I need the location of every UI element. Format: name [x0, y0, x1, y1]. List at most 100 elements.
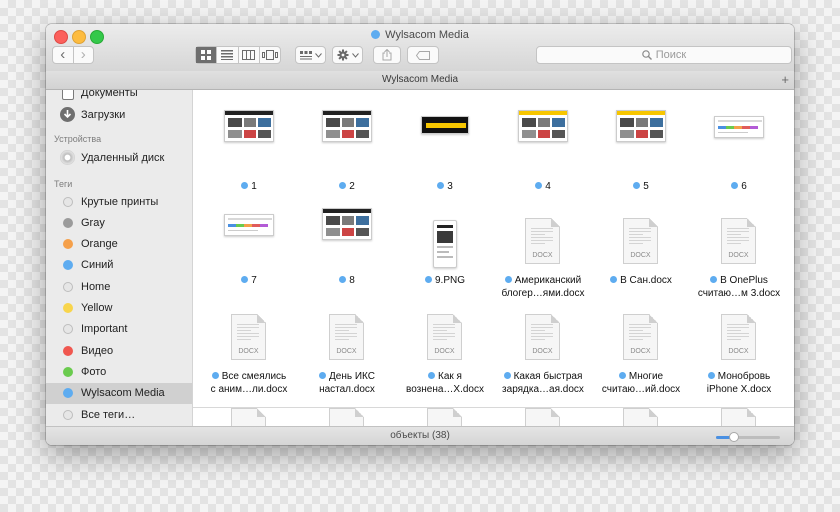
sidebar-item-label: Фото	[81, 365, 107, 378]
search-placeholder: Поиск	[655, 49, 687, 61]
file-name: Американский блогер…ями.docx	[494, 274, 592, 300]
sidebar-item[interactable]: Фото	[46, 361, 192, 382]
tag-icon	[416, 50, 430, 60]
file-thumbnail	[421, 116, 469, 134]
action-button[interactable]	[332, 46, 363, 64]
file-name-line1: 9.PNG	[434, 275, 465, 286]
chevron-down-icon	[351, 52, 359, 58]
file-thumbnail	[224, 110, 274, 142]
file-name-line1: 5	[643, 181, 649, 192]
sidebar-item[interactable]: Синий	[46, 255, 192, 276]
chevron-down-icon	[314, 52, 322, 58]
file-name: 8	[298, 274, 396, 287]
columns-icon	[242, 50, 256, 60]
icon-view-button[interactable]	[196, 47, 218, 63]
file-item[interactable]: DOCX Монобровь iPhone X.docx	[690, 90, 788, 395]
docx-icon: DOCX	[525, 314, 560, 360]
sidebar-item[interactable]: Загрузки	[46, 104, 192, 125]
sidebar-item[interactable]: Крутые принты	[46, 191, 192, 212]
tag-color-dot-icon	[63, 345, 73, 356]
gallery-view-button[interactable]	[260, 47, 280, 63]
tag-color-dot-icon	[63, 239, 73, 250]
downloads-icon	[60, 107, 75, 122]
window-title: Wylsacom Media	[46, 29, 794, 41]
sidebar-item-label: Удаленный диск	[81, 151, 165, 164]
sidebar-item[interactable]: Home	[46, 276, 192, 297]
tag-dot-icon	[319, 372, 327, 379]
file-name: Какая быстрая зарядка…ая.docx	[494, 370, 592, 396]
tag-dot-icon	[339, 276, 347, 283]
file-item[interactable]: DOCX День ИКС настал.docx	[298, 90, 396, 395]
file-item[interactable]: DOCX Все смеялись с аним…ли.docx	[200, 90, 298, 395]
list-view-button[interactable]	[217, 47, 239, 63]
file-name-line1: 6	[741, 181, 747, 192]
file-name: 1	[200, 180, 298, 193]
file-name: 3	[396, 180, 494, 193]
file-name-line2: считаю…м 3.docx	[697, 288, 781, 299]
column-view-button[interactable]	[239, 47, 260, 63]
sidebar-item[interactable]: Удаленный диск	[46, 147, 192, 168]
arrange-button[interactable]	[295, 46, 326, 64]
sidebar-item[interactable]: Yellow	[46, 298, 192, 319]
sidebar-item-label: Wylsacom Media	[81, 387, 165, 400]
file-name-line1: Как я	[438, 371, 462, 382]
view-mode-group	[195, 46, 281, 64]
docx-label: DOCX	[728, 348, 749, 355]
file-thumbnail	[322, 208, 372, 240]
search-icon	[641, 50, 652, 60]
tag-color-dot-icon	[63, 281, 73, 292]
back-button[interactable]: ‹	[53, 47, 74, 63]
file-name: В Сан.docx	[592, 274, 690, 287]
titlebar: Wylsacom Media ‹ › Поиск	[46, 24, 794, 72]
file-name-line1: Все смеялись	[221, 371, 287, 382]
icon-size-slider[interactable]	[716, 432, 780, 442]
file-thumbnail	[616, 110, 666, 142]
file-item[interactable]: DOCX Как я вознена…X.docx	[396, 90, 494, 395]
grid-icon	[201, 50, 212, 60]
coverflow-icon	[261, 50, 278, 60]
sidebar-item-label: Все теги…	[81, 408, 136, 421]
docx-label: DOCX	[630, 252, 651, 259]
sidebar-item-label: Yellow	[81, 302, 113, 314]
sidebar-item[interactable]: Все теги…	[46, 404, 192, 425]
share-button[interactable]	[373, 46, 401, 64]
sidebar-item[interactable]: Important	[46, 319, 192, 340]
edit-tags-button[interactable]	[407, 46, 439, 64]
docx-icon: DOCX	[525, 218, 560, 264]
search-field[interactable]: Поиск	[536, 46, 792, 64]
docx-icon: DOCX	[721, 218, 756, 264]
sidebar-item[interactable]: Wylsacom Media	[46, 382, 192, 404]
forward-button[interactable]: ›	[74, 47, 94, 63]
file-name: 9.PNG	[396, 274, 494, 287]
file-item[interactable]: DOCX Многие считаю…ий.docx	[592, 90, 690, 395]
tag-color-dot-icon	[63, 324, 73, 335]
share-icon	[382, 49, 392, 61]
status-bar: объекты (38)	[46, 426, 794, 445]
sidebar-item[interactable]: Orange	[46, 234, 192, 255]
file-name: 7	[200, 274, 298, 287]
sidebar-item-label: Home	[81, 280, 111, 293]
sidebar-item[interactable]: Gray	[46, 212, 192, 233]
docx-icon	[623, 408, 658, 426]
file-thumbnail	[322, 110, 372, 142]
documents-icon	[62, 90, 74, 100]
sidebar-item-label: Important	[81, 323, 128, 336]
tag-dot-icon	[241, 276, 249, 283]
tag-dot-icon	[371, 30, 381, 39]
file-name: 6	[690, 180, 788, 193]
sidebar-item[interactable]: Видео	[46, 340, 192, 361]
tag-dot-icon	[610, 276, 618, 283]
new-tab-button[interactable]: +	[781, 71, 789, 89]
file-name-line2: iPhone X.docx	[706, 384, 772, 395]
file-name-line1: 2	[349, 181, 355, 192]
tab-title[interactable]: Wylsacom Media	[382, 74, 458, 85]
sidebar-item[interactable]: Документы	[46, 90, 192, 103]
tag-dot-icon	[618, 372, 626, 379]
tag-color-dot-icon	[63, 196, 73, 207]
file-name-line1: В Сан.docx	[620, 275, 672, 286]
tab-bar: Wylsacom Media +	[46, 71, 794, 90]
docx-label: DOCX	[238, 348, 259, 355]
file-name-line2: вознена…X.docx	[406, 384, 484, 395]
file-item[interactable]: DOCX Какая быстрая зарядка…ая.docx	[494, 90, 592, 395]
slider-knob[interactable]	[728, 432, 739, 442]
